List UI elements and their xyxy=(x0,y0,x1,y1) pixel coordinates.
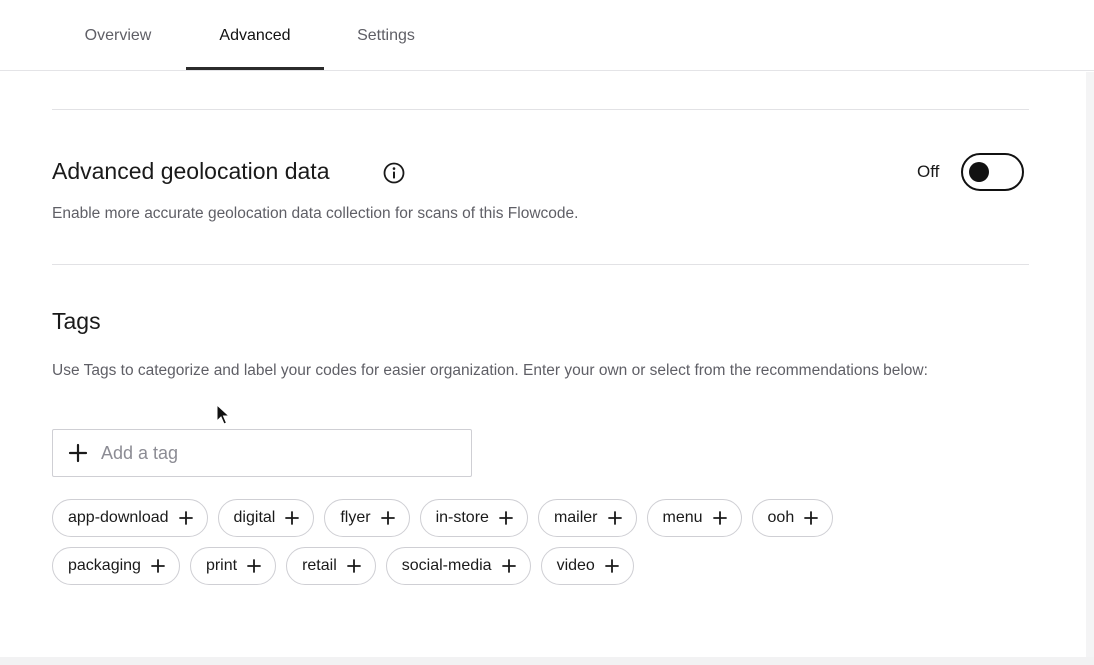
geolocation-description: Enable more accurate geolocation data co… xyxy=(52,205,579,222)
info-icon[interactable] xyxy=(382,161,406,185)
tag-chip-mailer[interactable]: mailer xyxy=(537,499,637,537)
geolocation-title: Advanced geolocation data xyxy=(52,158,330,184)
tag-input[interactable] xyxy=(101,442,441,464)
plus-icon xyxy=(68,443,88,463)
divider xyxy=(52,264,1029,265)
plus-icon xyxy=(247,559,261,573)
tag-chip-label: social-media xyxy=(401,557,492,574)
tag-chip-flyer[interactable]: flyer xyxy=(324,499,410,537)
tab-overview-label: Overview xyxy=(84,26,152,44)
plus-icon xyxy=(607,511,622,525)
tag-chip-packaging[interactable]: packaging xyxy=(52,547,180,585)
tag-chip-label: menu xyxy=(662,509,703,526)
tab-settings[interactable]: Settings xyxy=(338,0,434,71)
plus-icon xyxy=(712,511,727,525)
tag-chip-app-download[interactable]: app-download xyxy=(52,499,208,537)
tag-chip-label: ooh xyxy=(767,509,795,526)
page: Overview Advanced Settings Advanced geol… xyxy=(0,0,1094,665)
plus-icon xyxy=(604,559,619,573)
toggle-knob xyxy=(969,162,989,182)
tab-settings-label: Settings xyxy=(357,26,415,44)
tag-chip-retail[interactable]: retail xyxy=(286,547,376,585)
tag-chip-digital[interactable]: digital xyxy=(217,499,315,537)
plus-icon xyxy=(178,511,193,525)
tag-chip-social-media[interactable]: social-media xyxy=(385,547,531,585)
tag-chip-label: app-download xyxy=(68,509,169,526)
tag-chip-label: mailer xyxy=(553,509,598,526)
plus-icon xyxy=(501,559,516,573)
plus-icon xyxy=(346,559,361,573)
tag-chip-video[interactable]: video xyxy=(540,547,634,585)
geolocation-toggle[interactable] xyxy=(961,153,1024,191)
active-tab-indicator xyxy=(186,67,324,70)
tags-description: Use Tags to categorize and label your co… xyxy=(52,362,928,379)
tag-suggestions-row-1: app-download digital flyer in-store mailer me… xyxy=(52,499,834,537)
tag-suggestions-row-2: packaging print retail social-media video xyxy=(52,547,634,585)
tags-title: Tags xyxy=(52,308,101,334)
plus-icon xyxy=(804,511,819,525)
mouse-pointer-icon xyxy=(216,404,230,425)
tag-chip-ooh[interactable]: ooh xyxy=(751,499,834,537)
tag-chip-in-store[interactable]: in-store xyxy=(419,499,528,537)
tag-input-field[interactable] xyxy=(52,429,472,477)
tag-chip-label: flyer xyxy=(340,509,371,526)
plus-icon xyxy=(285,511,300,525)
divider xyxy=(52,109,1029,110)
tag-chip-label: packaging xyxy=(68,557,141,574)
plus-icon xyxy=(380,511,395,525)
bottom-edge xyxy=(0,657,1094,665)
tab-advanced[interactable]: Advanced xyxy=(186,0,324,71)
plus-icon xyxy=(499,511,513,525)
tag-chip-menu[interactable]: menu xyxy=(646,499,742,537)
tag-chip-label: video xyxy=(556,557,595,574)
tag-chip-label: digital xyxy=(233,509,276,526)
tab-bar: Overview Advanced Settings xyxy=(0,0,1094,71)
geolocation-toggle-label: Off xyxy=(917,162,940,181)
scrollbar[interactable] xyxy=(1086,72,1094,657)
tab-overview[interactable]: Overview xyxy=(64,0,172,71)
tag-chip-label: print xyxy=(205,557,238,574)
plus-icon xyxy=(151,559,165,573)
tag-chip-print[interactable]: print xyxy=(189,547,277,585)
tab-advanced-label: Advanced xyxy=(219,26,291,44)
tag-chip-label: retail xyxy=(302,557,337,574)
tag-chip-label: in-store xyxy=(435,509,489,526)
